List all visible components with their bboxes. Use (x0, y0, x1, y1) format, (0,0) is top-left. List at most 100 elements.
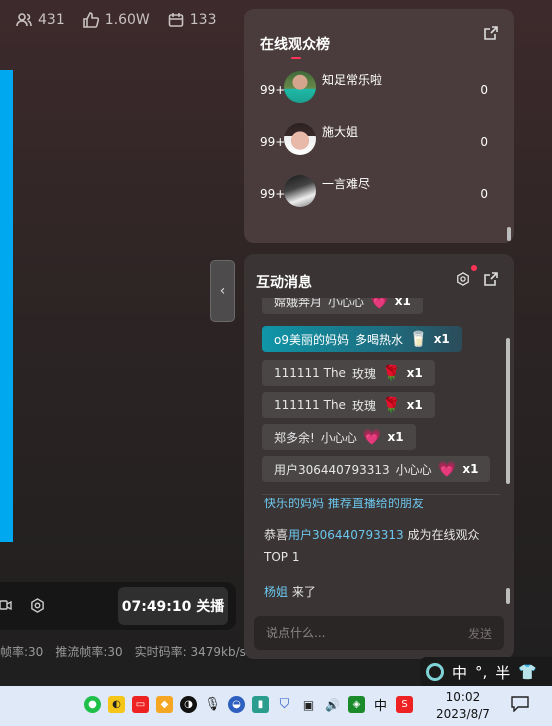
audience-name: 知足常乐啦 (322, 73, 383, 87)
gift-count: x1 (433, 332, 450, 346)
microphone-icon[interactable]: 🎙 (204, 696, 221, 713)
gift-message-list[interactable]: 嫦娥奔月 小心心 💗 x1 o9美丽的妈妈 多喝热水 🥛 x1 111111 T… (262, 298, 500, 484)
gift-name: 多喝热水 (354, 332, 403, 347)
gift-scrollbar[interactable] (506, 338, 510, 484)
camera-icon[interactable] (0, 598, 12, 612)
gift-user: 111111 The (274, 398, 346, 412)
gift-message: 用户306440793313 小心心 💗 x1 (262, 456, 491, 482)
chat-scrollbar[interactable] (506, 588, 510, 604)
audience-row[interactable]: 99+ 施大姐 0 (260, 123, 500, 157)
wechat-icon[interactable]: ● (84, 696, 101, 713)
ime-logo-icon (426, 663, 444, 681)
skin-icon[interactable]: 👕 (518, 663, 537, 681)
chat-message-join: 杨姐 来了 (264, 581, 500, 603)
audience-score: 0 (480, 83, 488, 97)
gear-icon[interactable] (456, 272, 470, 286)
gift-name: 小心心 (395, 462, 432, 477)
app-yellow-icon[interactable]: ◐ (108, 696, 125, 713)
audience-panel: 在线观众榜 99+ 知足常乐啦 0 99+ 施大姐 0 99+ 一言难尽 0 (244, 9, 514, 243)
chat-message-top1: 恭喜用户306440793313 成为在线观众TOP 1 (264, 524, 500, 568)
app-red-icon[interactable]: ▭ (132, 696, 149, 713)
audience-score: 0 (480, 187, 488, 201)
system-tray: ● ◐ ▭ ◆ ◑ 🎙 ◒ ▮ ⛉ ▣ 🔊 ◈ 中 S (84, 696, 413, 714)
push-frame-rate: 推流帧率:30 (55, 645, 123, 659)
network-icon[interactable]: ▣ (300, 696, 317, 713)
gift-name: 小心心 (320, 430, 357, 445)
calendar-icon (168, 13, 184, 27)
app-orange-icon[interactable]: ◆ (156, 696, 173, 713)
popout-icon[interactable] (484, 272, 498, 286)
top1-user-link[interactable]: 用户306440793313 (288, 528, 404, 542)
ime-punctuation[interactable]: °, (475, 663, 487, 681)
heart-gift-icon: 💗 (370, 298, 389, 310)
title-underline (291, 57, 301, 59)
shield-icon[interactable]: ⛉ (276, 696, 293, 713)
ime-width[interactable]: 半 (495, 662, 510, 683)
audience-name: 一言难尽 (322, 177, 371, 191)
interaction-title: 互动消息 (256, 275, 312, 291)
gift-name: 玫瑰 (351, 366, 376, 381)
gift-message: 111111 The 玫瑰 🌹 x1 (262, 392, 435, 418)
audience-name: 施大姐 (322, 125, 359, 139)
volume-icon[interactable]: 🔊 (324, 696, 341, 713)
heart-gift-icon: 💗 (437, 460, 457, 478)
end-stream-button[interactable]: 07:49:10 关播 (118, 587, 228, 625)
rose-gift-icon: 🌹 (381, 364, 401, 382)
popout-icon[interactable] (484, 26, 498, 40)
gift-user: 用户306440793313 (274, 462, 390, 477)
gift-user: 郑多余! (274, 430, 315, 445)
taskbar: ● ◐ ▭ ◆ ◑ 🎙 ◒ ▮ ⛉ ▣ 🔊 ◈ 中 S 10:02 2023/8… (0, 686, 552, 726)
gift-count: x1 (387, 430, 404, 444)
notification-center-icon[interactable] (511, 696, 529, 712)
avatar (284, 71, 316, 103)
gift-message: 郑多余! 小心心 💗 x1 (262, 424, 416, 450)
calendar-stat: 133 (168, 12, 216, 28)
gift-user: o9美丽的妈妈 (274, 332, 349, 347)
interaction-panel: 互动消息 嫦娥奔月 小心心 💗 x1 o9美丽的妈妈 多喝热水 🥛 x1 111… (244, 254, 514, 659)
audience-row[interactable]: 99+ 知足常乐啦 0 (260, 71, 500, 105)
chat-message-partial: 快乐的妈妈 推荐直播给的朋友 (264, 498, 424, 510)
gift-message: 111111 The 玫瑰 🌹 x1 (262, 360, 435, 386)
app-black-icon[interactable]: ◑ (180, 696, 197, 713)
chevron-left-icon: ‹ (219, 283, 226, 299)
audience-row[interactable]: 99+ 一言难尽 0 (260, 175, 500, 209)
viewers-icon (16, 13, 32, 27)
app-green-icon[interactable]: ▮ (252, 696, 269, 713)
sogou-icon[interactable]: S (396, 696, 413, 713)
audience-scrollbar[interactable] (507, 227, 511, 241)
collapse-panel-button[interactable]: ‹ (210, 260, 235, 322)
divider (262, 494, 500, 495)
avatar (284, 123, 316, 155)
bitrate: 实时码率: 3479kb/s (134, 645, 246, 659)
gift-user: 嫦娥奔月 (274, 298, 323, 309)
ime-indicator[interactable]: 中 (372, 696, 389, 714)
audience-rank: 99+ (260, 135, 286, 149)
audience-rank: 99+ (260, 83, 286, 97)
send-button[interactable]: 发送 (468, 625, 492, 642)
gift-count: x1 (462, 462, 479, 476)
gift-message-highlighted: o9美丽的妈妈 多喝热水 🥛 x1 (262, 326, 462, 352)
ime-mode[interactable]: 中 (452, 662, 467, 683)
nvidia-icon[interactable]: ◈ (348, 696, 365, 713)
join-user-link[interactable]: 杨姐 (264, 585, 288, 599)
gift-user: 111111 The (274, 366, 346, 380)
gift-count: x1 (406, 366, 423, 380)
audience-rank: 99+ (260, 187, 286, 201)
settings-icon[interactable] (30, 598, 45, 613)
app-blue-icon[interactable]: ◒ (228, 696, 245, 713)
comment-input[interactable] (254, 616, 444, 650)
viewer-count: 431 (38, 12, 65, 28)
comment-box: 发送 (254, 616, 504, 650)
notification-dot (471, 265, 477, 271)
clock[interactable]: 10:02 2023/8/7 (436, 689, 490, 723)
heart-gift-icon: 💗 (362, 428, 382, 446)
thumbs-up-icon (82, 12, 99, 28)
stream-stats: 431 1.60W 133 (16, 12, 216, 28)
stream-preview (0, 70, 13, 542)
stream-rates: 帧率:30 推流帧率:30 实时码率: 3479kb/s (0, 643, 246, 660)
ime-toolbar[interactable]: 中 °, 半 👕 (420, 657, 552, 687)
water-gift-icon: 🥛 (409, 330, 428, 348)
avatar (284, 175, 316, 207)
join-suffix: 来了 (288, 585, 316, 599)
like-count: 1.60W (104, 12, 150, 28)
